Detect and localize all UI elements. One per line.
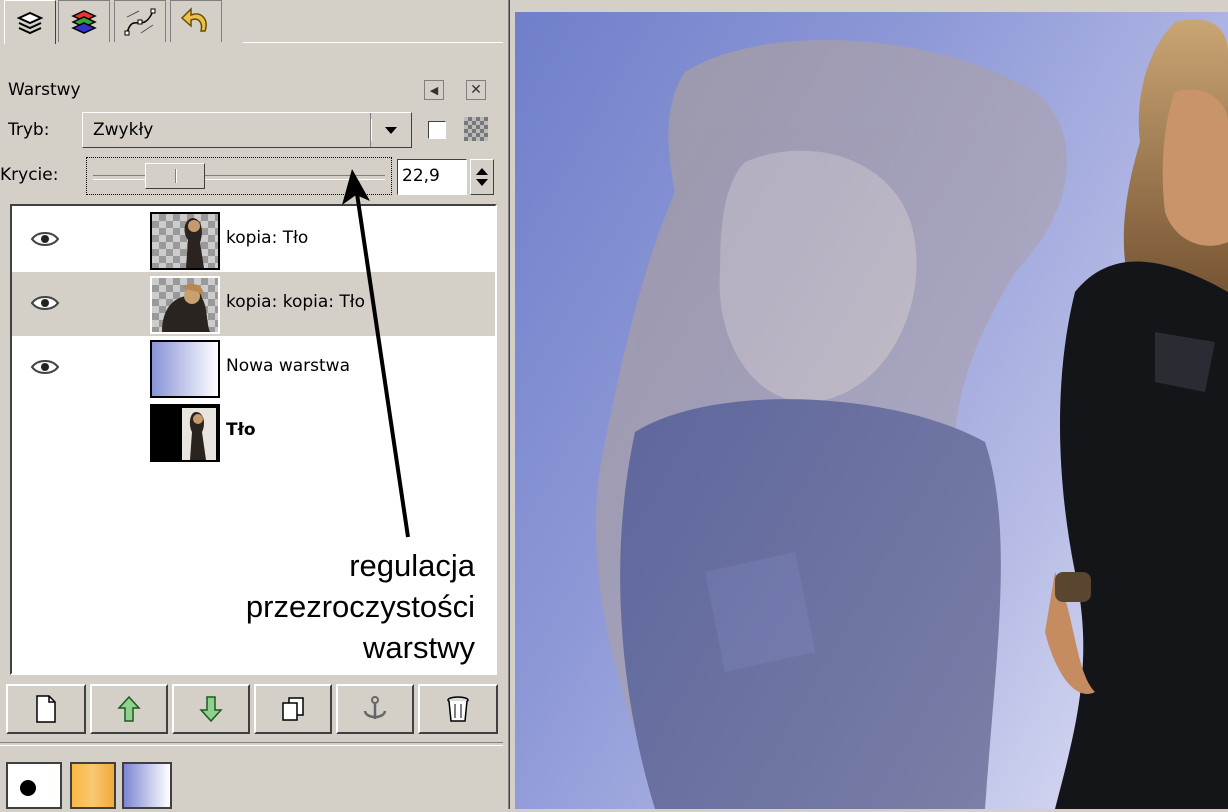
pattern-swatch[interactable] [70, 762, 116, 809]
tabbar-baseline [243, 42, 503, 43]
opacity-spin-buttons[interactable] [470, 159, 494, 195]
figure-thumbnail-icon [162, 283, 210, 332]
chevron-down-icon [385, 126, 397, 134]
close-icon: ✕ [470, 82, 482, 98]
eye-icon[interactable] [30, 294, 60, 312]
foreground-figure [1045, 19, 1228, 809]
mode-label: Tryb: [8, 120, 50, 140]
panel-close-button[interactable]: ✕ [466, 80, 486, 100]
duplicate-layer-button[interactable] [254, 684, 332, 734]
slider-thumb[interactable] [145, 163, 205, 189]
mode-value: Zwykły [93, 120, 154, 140]
layers-icon [16, 11, 44, 34]
layer-thumbnail[interactable] [150, 212, 220, 270]
faded-figure [595, 40, 1068, 809]
opacity-label: Krycie: [0, 165, 59, 185]
annotation-line: warstwy [363, 630, 475, 665]
triangle-left-icon: ◀ [429, 83, 439, 97]
layer-name: kopia: Tło [226, 228, 309, 248]
layer-thumbnail[interactable] [150, 276, 220, 334]
delete-layer-button[interactable] [418, 684, 498, 734]
tab-undo-history[interactable] [170, 0, 222, 42]
annotation-line: przezroczystości [245, 589, 475, 624]
figure-thumbnail-icon [184, 218, 204, 268]
transparency-icon [464, 117, 488, 141]
brush-swatch[interactable] [6, 762, 62, 809]
mode-dropdown-arrow[interactable] [370, 113, 411, 147]
panel-menu-button[interactable]: ◀ [424, 80, 444, 100]
image-content [595, 19, 1228, 809]
tab-layers[interactable] [4, 0, 56, 44]
gradient-swatch[interactable] [122, 762, 172, 809]
layer-name: Tło [226, 420, 256, 440]
new-layer-icon [36, 695, 56, 723]
eye-icon[interactable] [30, 230, 60, 248]
tab-channels[interactable] [58, 0, 110, 42]
spin-down-icon[interactable] [476, 179, 488, 186]
separator [0, 742, 503, 746]
figure-thumbnail-icon [182, 408, 216, 460]
brush-dot-icon [20, 780, 36, 796]
annotation-arrow [342, 169, 410, 538]
undo-icon [180, 6, 207, 32]
preserve-transparency-checkbox[interactable] [428, 121, 446, 139]
eye-icon[interactable] [30, 358, 60, 376]
duplicate-layer-icon [282, 697, 304, 721]
annotation-text: regulacja przezroczystości warstwy [150, 545, 475, 668]
anchor-icon [363, 696, 387, 719]
layer-thumbnail[interactable] [150, 340, 220, 398]
raise-layer-button[interactable] [90, 684, 168, 734]
spin-up-icon[interactable] [476, 168, 488, 175]
lower-layer-icon [199, 696, 223, 723]
trash-icon [447, 696, 469, 722]
pane-separator[interactable] [503, 0, 515, 809]
panel-title: Warstwy [8, 80, 81, 100]
image-canvas[interactable] [515, 12, 1228, 809]
mode-dropdown[interactable]: Zwykły [82, 112, 412, 148]
layer-thumbnail[interactable] [150, 404, 220, 462]
layers-toolbar [6, 684, 498, 734]
annotation-line: regulacja [349, 548, 475, 583]
tab-paths[interactable] [114, 0, 166, 42]
paths-icon [124, 8, 156, 35]
raise-layer-icon [117, 695, 141, 722]
new-layer-button[interactable] [6, 684, 86, 734]
anchor-layer-button[interactable] [336, 684, 414, 734]
lower-layer-button[interactable] [172, 684, 250, 734]
channels-icon [71, 9, 97, 34]
